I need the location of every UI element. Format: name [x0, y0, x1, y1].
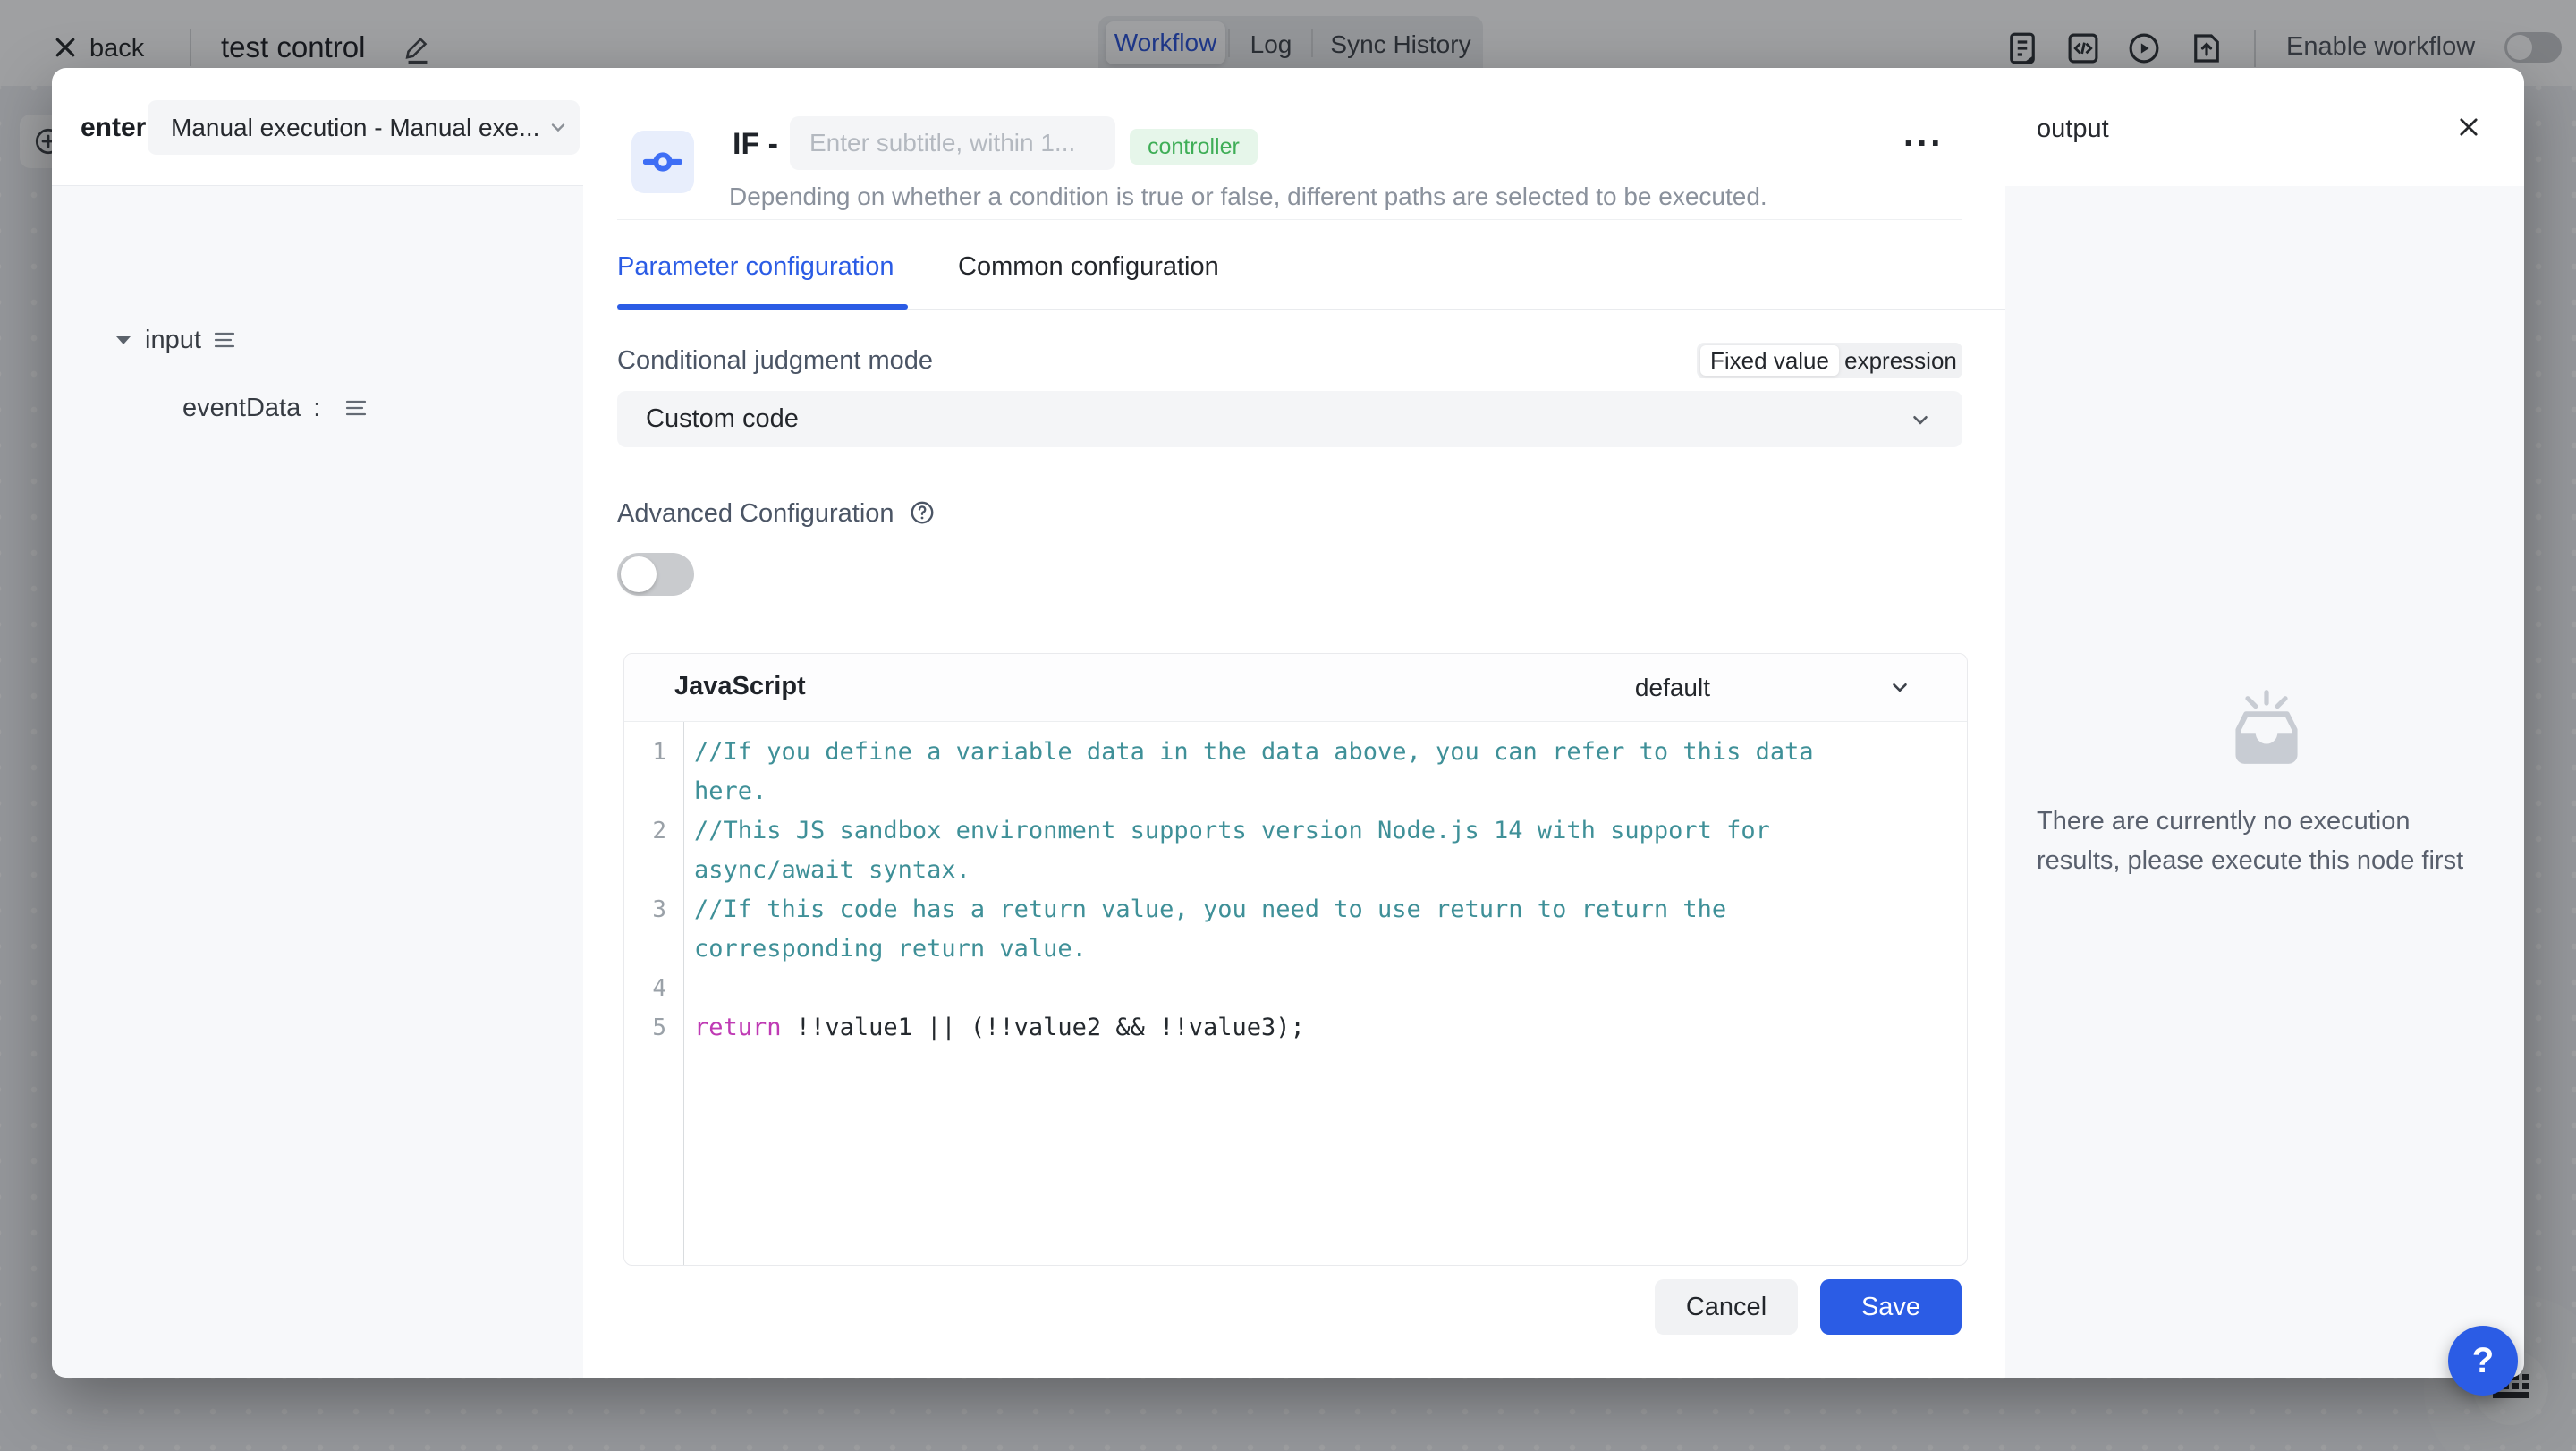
toggle-knob	[621, 556, 657, 592]
divider	[617, 219, 1962, 220]
empty-state-message: There are currently no execution results…	[2037, 802, 2524, 880]
output-panel-title: output	[2037, 115, 2109, 144]
condition-type-select[interactable]: Custom code	[617, 391, 1962, 447]
cancel-button[interactable]: Cancel	[1655, 1279, 1798, 1335]
input-tree-panel: input eventData :	[52, 186, 583, 1378]
more-menu-button[interactable]: ...	[1903, 115, 1944, 155]
line-number: 3	[624, 890, 666, 929]
help-button[interactable]: ?	[2448, 1326, 2518, 1396]
tree-node-input[interactable]: input	[114, 320, 235, 360]
code-line: async/await syntax.	[624, 851, 1967, 890]
line-number: 1	[624, 733, 666, 772]
empty-state-line: There are currently no execution	[2037, 802, 2524, 841]
menu-lines-icon[interactable]	[214, 332, 235, 348]
code-text: //If you define a variable data in the d…	[666, 733, 1814, 772]
line-number: 5	[624, 1008, 666, 1048]
enter-label: enter	[80, 113, 146, 143]
chevron-down-icon	[524, 116, 569, 138]
line-number	[624, 772, 666, 811]
code-line: here.	[624, 772, 1967, 811]
chevron-down-icon[interactable]	[1888, 675, 1911, 699]
editor-header: JavaScript default	[624, 654, 1967, 722]
screen: back test control Workflow Log Sync Hist…	[0, 0, 2576, 1451]
mode-option-expression[interactable]: expression	[1843, 343, 1959, 378]
tab-parameter-configuration[interactable]: Parameter configuration	[617, 252, 894, 282]
trigger-select-value: Manual execution - Manual exe...	[148, 114, 539, 142]
node-config-modal: enter Manual execution - Manual exe... i…	[52, 68, 2524, 1378]
line-number: 4	[624, 969, 666, 1008]
mode-segmented-control: Fixed value expression	[1697, 343, 1962, 378]
code-line: corresponding return value.	[624, 929, 1967, 969]
help-circle-icon[interactable]	[909, 499, 936, 526]
save-button[interactable]: Save	[1820, 1279, 1962, 1335]
code-text: async/await syntax.	[666, 851, 970, 890]
tree-node-separator: :	[313, 394, 320, 423]
trigger-select[interactable]: Manual execution - Manual exe...	[148, 100, 580, 155]
conditional-mode-label: Conditional judgment mode	[617, 346, 933, 376]
code-text: corresponding return value.	[666, 929, 1087, 969]
node-description: Depending on whether a condition is true…	[729, 182, 1767, 211]
code-text: //If this code has a return value, you n…	[666, 890, 1726, 929]
code-keyword: return	[694, 1014, 782, 1041]
node-title: IF -	[733, 127, 778, 162]
subtitle-input[interactable]	[790, 116, 1115, 170]
caret-down-icon[interactable]	[114, 334, 132, 346]
mode-option-fixed-value[interactable]: Fixed value	[1700, 345, 1839, 376]
code-editor: JavaScript default 1//If you define a va…	[623, 653, 1968, 1266]
advanced-toggle[interactable]	[617, 553, 694, 596]
if-node-icon	[631, 131, 694, 193]
code-text: !!value1 || (!!value2 && !!value3);	[782, 1014, 1305, 1041]
advanced-configuration-label: Advanced Configuration	[617, 499, 894, 529]
tree-node-label: eventData	[182, 394, 301, 423]
empty-state-line: results, please execute this node first	[2037, 841, 2524, 880]
code-line: 1//If you define a variable data in the …	[624, 733, 1967, 772]
chevron-down-icon	[1880, 408, 1932, 431]
node-type-badge: controller	[1130, 129, 1258, 165]
code-text	[666, 969, 694, 1008]
line-number	[624, 851, 666, 890]
line-number	[624, 929, 666, 969]
tab-common-configuration[interactable]: Common configuration	[958, 252, 1219, 282]
active-tab-underline	[617, 304, 908, 310]
condition-type-value: Custom code	[617, 404, 799, 434]
code-text: //This JS sandbox environment supports v…	[666, 811, 1770, 851]
code-line: 2//This JS sandbox environment supports …	[624, 811, 1967, 851]
editor-language-label: JavaScript	[674, 672, 806, 701]
code-text: here.	[666, 772, 767, 811]
branch-commit-icon	[643, 142, 682, 182]
code-line: 3//If this code has a return value, you …	[624, 890, 1967, 929]
code-line: 4	[624, 969, 1967, 1008]
tree-node-label: input	[145, 326, 201, 355]
code-line: 5 return !!value1 || (!!value2 && !!value…	[624, 1008, 1967, 1048]
line-number: 2	[624, 811, 666, 851]
code-area[interactable]: 1//If you define a variable data in the …	[624, 722, 1967, 1266]
menu-lines-icon[interactable]	[345, 400, 367, 416]
tree-node-eventdata[interactable]: eventData :	[182, 388, 367, 428]
editor-preset-value[interactable]: default	[1635, 674, 1710, 702]
close-icon[interactable]	[2456, 115, 2481, 140]
empty-inbox-icon	[2216, 685, 2317, 784]
